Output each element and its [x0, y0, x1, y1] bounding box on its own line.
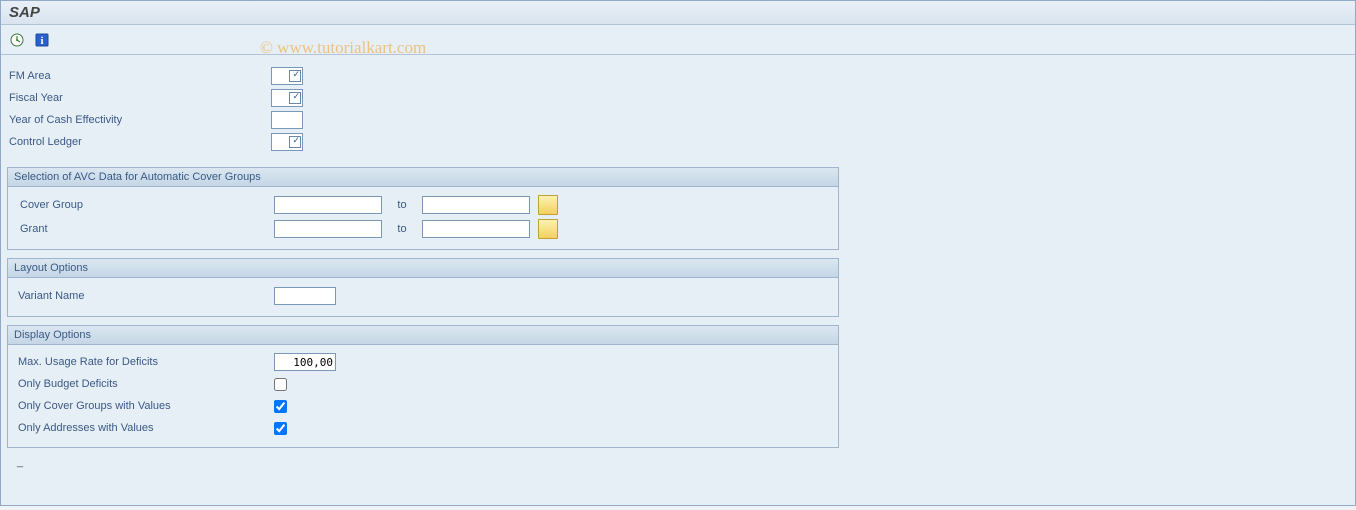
footer-placeholder: _	[7, 456, 1349, 468]
display-panel: Display Options Max. Usage Rate for Defi…	[7, 325, 839, 448]
svg-text:i: i	[40, 35, 43, 47]
clock-execute-icon	[9, 32, 25, 48]
fm-area-input[interactable]	[271, 67, 303, 85]
execute-button[interactable]	[7, 30, 27, 50]
display-panel-title: Display Options	[8, 326, 838, 345]
window-title-bar: SAP	[1, 1, 1355, 25]
cover-group-to-input[interactable]	[422, 196, 530, 214]
max-usage-label: Max. Usage Rate for Deficits	[18, 356, 274, 368]
info-icon: i	[34, 32, 50, 48]
only-addresses-label: Only Addresses with Values	[18, 422, 274, 434]
avc-panel-title: Selection of AVC Data for Automatic Cove…	[8, 168, 838, 187]
only-budget-checkbox[interactable]	[274, 378, 287, 391]
cover-group-label: Cover Group	[18, 199, 274, 211]
fm-area-label: FM Area	[7, 70, 271, 82]
grant-multi-select-button[interactable]	[538, 219, 558, 239]
variant-name-label: Variant Name	[18, 290, 274, 302]
fiscal-year-label: Fiscal Year	[7, 92, 271, 104]
only-budget-label: Only Budget Deficits	[18, 378, 274, 390]
cover-group-to-label: to	[382, 199, 422, 211]
grant-label: Grant	[18, 223, 274, 235]
layout-panel: Layout Options Variant Name	[7, 258, 839, 317]
only-cover-groups-label: Only Cover Groups with Values	[18, 400, 274, 412]
app-window: SAP © www.tutorialkart.com i FM Area	[0, 0, 1356, 506]
only-addresses-checkbox[interactable]	[274, 422, 287, 435]
top-fields-group: FM Area Fiscal Year Year of Cash Effecti…	[7, 65, 1349, 153]
only-cover-groups-checkbox[interactable]	[274, 400, 287, 413]
max-usage-input[interactable]	[274, 353, 336, 371]
grant-from-input[interactable]	[274, 220, 382, 238]
layout-panel-title: Layout Options	[8, 259, 838, 278]
fiscal-year-input[interactable]	[271, 89, 303, 107]
content-area: FM Area Fiscal Year Year of Cash Effecti…	[1, 55, 1355, 505]
year-cash-input[interactable]	[271, 111, 303, 129]
variant-name-input[interactable]	[274, 287, 336, 305]
control-ledger-input[interactable]	[271, 133, 303, 151]
year-cash-label: Year of Cash Effectivity	[7, 114, 271, 126]
toolbar: i	[1, 25, 1355, 55]
cover-group-multi-select-button[interactable]	[538, 195, 558, 215]
cover-group-from-input[interactable]	[274, 196, 382, 214]
grant-to-input[interactable]	[422, 220, 530, 238]
avc-panel: Selection of AVC Data for Automatic Cove…	[7, 167, 839, 250]
grant-to-label: to	[382, 223, 422, 235]
info-button[interactable]: i	[32, 30, 52, 50]
control-ledger-label: Control Ledger	[7, 136, 271, 148]
window-title: SAP	[9, 4, 40, 21]
